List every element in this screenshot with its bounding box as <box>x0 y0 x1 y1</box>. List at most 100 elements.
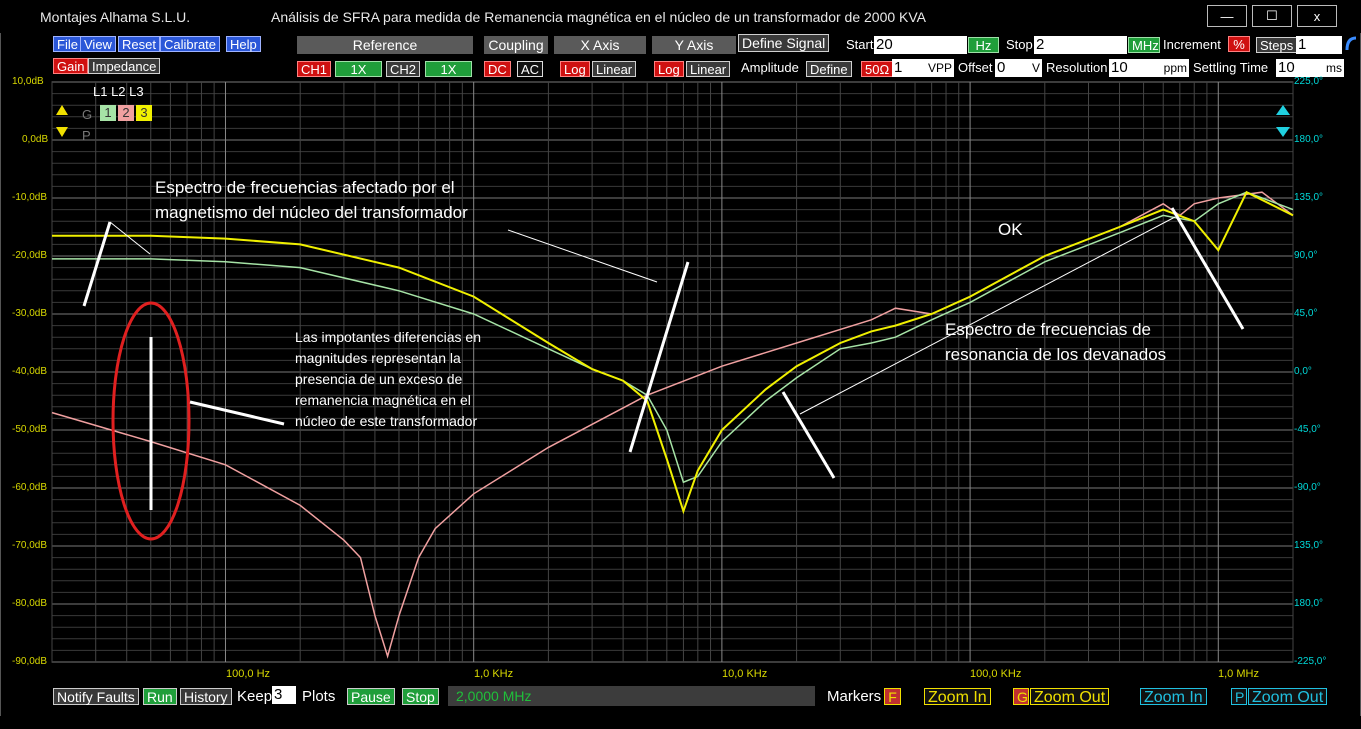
zoom-in-g-button[interactable]: Zoom In <box>924 688 991 706</box>
y2-tick: -225,0° <box>1294 656 1327 667</box>
increment-unit-button[interactable]: % <box>1228 36 1250 52</box>
define-signal-button[interactable]: Define Signal <box>738 34 830 52</box>
y-tick: -60,0dB <box>12 482 48 493</box>
up-arrow-icon <box>1276 105 1290 115</box>
zoom-in-p-button[interactable]: Zoom In <box>1140 688 1207 706</box>
title-bar: Montajes Alhama S.L.U. Análisis de SFRA … <box>0 0 1361 33</box>
annotation-a3-line2: resonancia de los devanados <box>945 345 1167 364</box>
impedance-button[interactable]: Impedance <box>88 58 161 74</box>
legend-lines-label: L1 L2 L3 <box>93 84 144 99</box>
y-tick: -50,0dB <box>12 424 48 435</box>
x-tick: 10,0 KHz <box>722 668 768 680</box>
gain-button[interactable]: Gain <box>53 58 89 74</box>
y-tick: 0,0dB <box>22 134 49 145</box>
start-field[interactable]: 20 <box>874 36 967 54</box>
up-arrow-icon <box>56 105 68 115</box>
sfra-chart[interactable] <box>0 74 1361 688</box>
keep-label: Keep <box>237 688 273 705</box>
y-tick: 10,0dB <box>12 76 44 87</box>
start-unit-button[interactable]: Hz <box>968 37 999 53</box>
zoom-out-g-button[interactable]: Zoom Out <box>1030 688 1110 706</box>
legend-p: P <box>82 128 91 143</box>
y2-tick: -90,0° <box>1294 482 1321 493</box>
stop-unit-button[interactable]: MHz <box>1128 37 1160 53</box>
markers-f-button[interactable]: F <box>884 688 901 705</box>
offset-label: Offset <box>958 60 993 75</box>
close-button[interactable]: x <box>1297 5 1337 27</box>
p-axis-button[interactable]: P <box>1231 688 1247 705</box>
menu-reset[interactable]: Reset <box>118 36 160 52</box>
header-x-axis: X Axis <box>554 36 646 54</box>
history-button[interactable]: History <box>180 688 232 705</box>
annotation-a2-line5: núcleo de este transformador <box>295 413 478 429</box>
settling-time-label: Settling Time <box>1193 60 1269 75</box>
start-label: Start <box>846 37 874 52</box>
status-frequency: 2,0000 MHz <box>448 686 815 706</box>
annotation-a1-line1: Espectro de frecuencias afectado por el <box>155 178 455 197</box>
y-tick: -30,0dB <box>12 308 48 319</box>
annotation-ok: OK <box>998 220 1023 239</box>
g-axis-button[interactable]: G <box>1013 688 1029 705</box>
annotation-a2-line4: remanencia magnética en el <box>295 392 471 408</box>
keep-field[interactable]: 3 <box>272 686 296 704</box>
minimize-button[interactable]: — <box>1207 5 1247 27</box>
annotation-a2-line2: magnitudes representan la <box>295 350 461 366</box>
stop-field[interactable]: 2 <box>1034 36 1127 54</box>
header-coupling: Coupling <box>484 36 548 54</box>
annotation-a1-line2: magnetismo del núcleo del transformador <box>155 203 468 222</box>
legend-l2-toggle[interactable]: 2 <box>118 105 134 121</box>
pause-button[interactable]: Pause <box>347 688 395 705</box>
y2-tick: 90,0° <box>1294 250 1318 261</box>
p-scale-arrows[interactable] <box>1275 104 1291 138</box>
legend-l3-toggle[interactable]: 3 <box>136 105 152 121</box>
y-tick: -80,0dB <box>12 598 48 609</box>
x-tick: 1,0 MHz <box>1218 668 1259 680</box>
header-reference: Reference <box>297 36 473 54</box>
document-title: Análisis de SFRA para medida de Remanenc… <box>271 9 927 25</box>
menu-help[interactable]: Help <box>226 36 261 52</box>
chart-grid <box>51 81 1294 663</box>
run-button[interactable]: Run <box>143 688 177 705</box>
menu-calibrate[interactable]: Calibrate <box>160 36 221 52</box>
stop-label: Stop <box>1006 37 1033 52</box>
annotation-a2-line3: presencia de un exceso de <box>295 371 463 387</box>
legend-g: G <box>82 107 93 122</box>
x-tick: 1,0 KHz <box>474 668 514 680</box>
plots-label: Plots <box>302 688 336 705</box>
header-y-axis: Y Axis <box>652 36 736 54</box>
x-tick: 100,0 Hz <box>226 668 271 680</box>
annotation-a2-line1: Las impotantes diferencias en <box>295 329 481 345</box>
down-arrow-icon <box>1276 127 1290 137</box>
notify-faults-button[interactable]: Notify Faults <box>53 688 139 705</box>
increment-label: Increment <box>1163 37 1221 52</box>
markers-label: Markers <box>827 688 882 705</box>
zoom-out-p-button[interactable]: Zoom Out <box>1248 688 1328 706</box>
g-scale-arrows[interactable] <box>55 104 69 138</box>
maximize-button[interactable]: ☐ <box>1252 5 1292 27</box>
y2-tick: 135,0° <box>1294 192 1324 203</box>
x-tick: 100,0 KHz <box>970 668 1022 680</box>
y-tick: -70,0dB <box>12 540 48 551</box>
y2-tick: 45,0° <box>1294 308 1318 319</box>
y2-tick: 180,0° <box>1294 134 1324 145</box>
y-tick: -40,0dB <box>12 366 48 377</box>
refresh-icon[interactable] <box>1344 34 1358 54</box>
annotation-a3-line1: Espectro de frecuencias de <box>945 320 1152 339</box>
down-arrow-icon <box>56 127 68 137</box>
y2-tick: -45,0° <box>1294 424 1321 435</box>
menu-file[interactable]: File <box>53 36 82 52</box>
y-tick: -10,0dB <box>12 192 48 203</box>
y2-tick: 135,0° <box>1294 540 1324 551</box>
stop-sweep-button[interactable]: Stop <box>402 688 439 705</box>
resolution-label: Resolution <box>1046 60 1108 75</box>
y2-tick: 225,0° <box>1294 76 1324 87</box>
y2-tick: 180,0° <box>1294 598 1324 609</box>
y-tick: -20,0dB <box>12 250 48 261</box>
steps-button[interactable]: Steps <box>1256 37 1298 53</box>
steps-field[interactable]: 1 <box>1296 36 1342 54</box>
amplitude-label: Amplitude <box>741 60 799 75</box>
menu-view[interactable]: View <box>80 36 116 52</box>
y2-tick: 0,0° <box>1294 366 1312 377</box>
y-tick: -90,0dB <box>12 656 48 667</box>
legend-l1-toggle[interactable]: 1 <box>100 105 116 121</box>
